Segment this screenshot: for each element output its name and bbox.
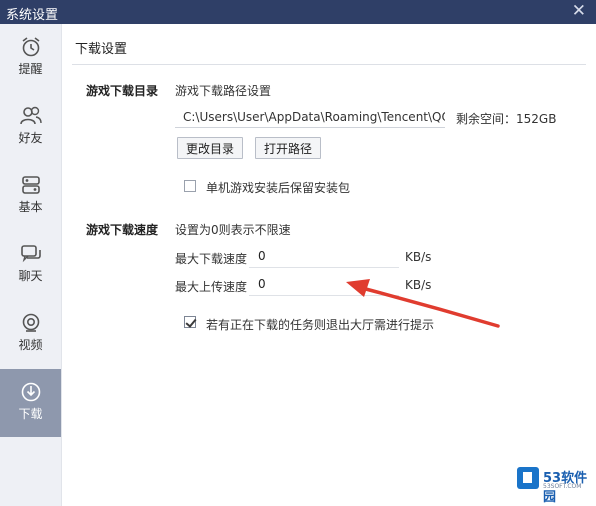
annotation-arrow	[346, 279, 500, 328]
sidebar-item-label: 视频	[18, 338, 43, 352]
sidebar-item-chat[interactable]: 聊天	[0, 231, 61, 299]
title-bar: 系统设置 ✕	[0, 0, 596, 24]
free-space-label: 剩余空间：152GB	[456, 112, 557, 126]
watermark-subtext: 53SOFT.COM	[543, 483, 582, 490]
window-title: 系统设置	[6, 8, 59, 23]
max-download-unit: KB/s	[405, 250, 432, 264]
friends-icon	[19, 106, 42, 125]
chat-icon	[20, 245, 41, 263]
max-download-speed-input[interactable]	[249, 244, 399, 268]
sidebar-item-reminder[interactable]: 提醒	[0, 24, 61, 92]
site-watermark-logo: 53软件园 53SOFT.COM	[517, 467, 595, 505]
sidebar-item-label: 下载	[18, 407, 43, 421]
directory-subtitle: 游戏下载路径设置	[175, 84, 272, 98]
directory-group-label: 游戏下载目录	[86, 84, 159, 98]
sidebar: 提醒 好友 基本 聊天 视频 下载	[0, 24, 62, 506]
alarm-clock-icon	[22, 37, 39, 57]
change-directory-button[interactable]: 更改目录	[177, 137, 244, 159]
video-camera-icon	[22, 313, 39, 332]
sidebar-item-label: 提醒	[18, 62, 43, 76]
keep-package-label: 单机游戏安装后保留安装包	[206, 181, 351, 195]
exit-prompt-checkbox[interactable]	[184, 316, 196, 328]
sidebar-item-download[interactable]: 下载	[0, 369, 61, 437]
max-upload-label: 最大上传速度	[175, 280, 248, 294]
download-path-field[interactable]	[175, 106, 445, 128]
keep-package-checkbox[interactable]	[184, 180, 196, 192]
sidebar-item-label: 基本	[18, 200, 43, 214]
download-settings-panel: 下载设置 游戏下载目录 游戏下载路径设置 剩余空间：152GB 更改目录 打开路…	[62, 24, 596, 506]
download-icon	[21, 382, 40, 402]
sidebar-item-friends[interactable]: 好友	[0, 93, 61, 161]
sidebar-item-basic[interactable]: 基本	[0, 162, 61, 230]
title-divider	[72, 64, 586, 65]
open-path-button[interactable]: 打开路径	[255, 137, 322, 159]
sidebar-item-label: 聊天	[18, 269, 43, 283]
sidebar-item-video[interactable]: 视频	[0, 300, 61, 368]
sidebar-item-label: 好友	[18, 131, 43, 145]
watermark-logo-icon	[517, 467, 539, 489]
max-download-label: 最大下载速度	[175, 252, 248, 266]
speed-hint: 设置为0则表示不限速	[175, 223, 291, 237]
page-title: 下载设置	[75, 42, 128, 57]
speed-group-label: 游戏下载速度	[86, 223, 159, 237]
close-icon[interactable]: ✕	[572, 1, 586, 21]
basic-settings-icon	[21, 176, 40, 194]
